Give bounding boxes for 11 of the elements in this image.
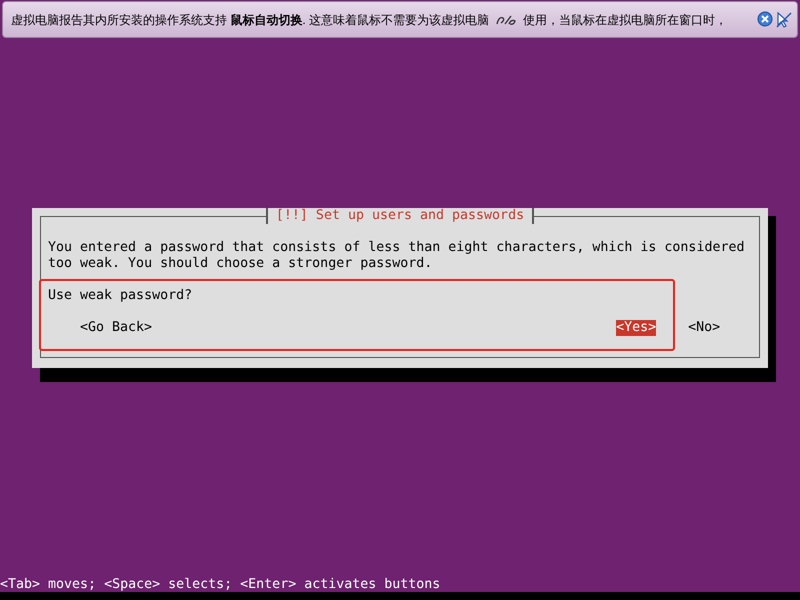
dialog-question: Use weak password? bbox=[48, 288, 194, 304]
close-icon[interactable] bbox=[757, 10, 773, 26]
dialog-button[interactable]: <Go Back> bbox=[80, 320, 152, 336]
dialog-message: You entered a password that consists of less than eight characters, which is considered too weak. You should choose a stronger password. bbox=[48, 240, 746, 272]
mouse-pointer-icon[interactable] bbox=[775, 10, 793, 28]
notification-text: 虚拟电脑报告其内所安装的操作系统支持 鼠标自动切换. 这意味着鼠标不需要为该虚拟电脑 bbox=[11, 12, 490, 28]
status-bar: <Tab> moves; <Space> selects; <Enter> activates buttons bbox=[0, 577, 800, 592]
notification-text: 使用，当鼠标在虚拟电脑所在窗口时， bbox=[523, 12, 728, 28]
dialog-button[interactable]: <Yes> bbox=[616, 320, 656, 336]
dialog-button[interactable]: <No> bbox=[688, 320, 720, 336]
dialog-title: [!!] Set up users and passwords bbox=[266, 208, 534, 224]
